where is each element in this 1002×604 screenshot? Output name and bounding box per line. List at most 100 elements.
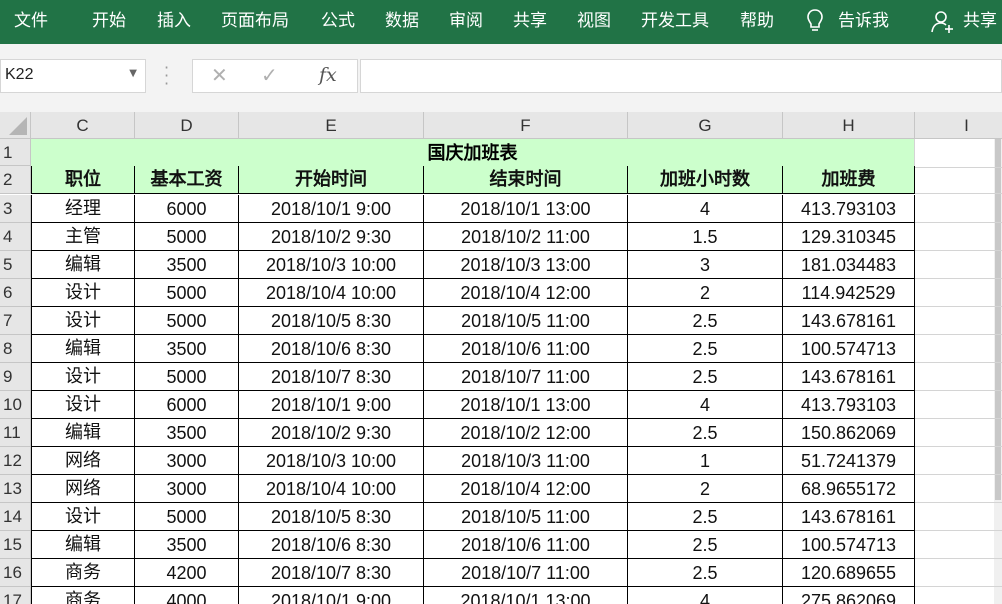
table-cell[interactable]: 2.5 xyxy=(628,363,783,391)
table-cell[interactable]: 275.862069 xyxy=(783,587,915,604)
table-cell[interactable]: 2018/10/2 12:00 xyxy=(424,419,628,447)
table-cell[interactable]: 5000 xyxy=(135,503,239,531)
table-cell[interactable]: 2018/10/1 13:00 xyxy=(424,587,628,604)
table-cell[interactable]: 2018/10/3 11:00 xyxy=(424,447,628,475)
table-cell[interactable]: 6000 xyxy=(135,195,239,223)
table-cell[interactable]: 5000 xyxy=(135,223,239,251)
row-header-16[interactable]: 16 xyxy=(0,559,31,587)
enter-check-icon[interactable]: ✓ xyxy=(261,63,278,87)
table-cell[interactable]: 编辑 xyxy=(31,531,135,559)
table-cell[interactable]: 2018/10/5 8:30 xyxy=(239,503,424,531)
table-cell[interactable]: 2018/10/1 13:00 xyxy=(424,195,628,223)
table-cell[interactable]: 2018/10/6 8:30 xyxy=(239,335,424,363)
cell-empty[interactable] xyxy=(915,475,1002,503)
row-header-17[interactable]: 17 xyxy=(0,587,31,604)
name-box-dropdown-icon[interactable]: ▼ xyxy=(129,68,137,79)
row-header-4[interactable]: 4 xyxy=(0,223,31,251)
table-cell[interactable]: 2018/10/1 13:00 xyxy=(424,391,628,419)
row-header-3[interactable]: 3 xyxy=(0,195,31,223)
table-cell[interactable]: 2018/10/4 10:00 xyxy=(239,475,424,503)
table-cell[interactable]: 2018/10/4 10:00 xyxy=(239,279,424,307)
row-header-1[interactable]: 1 xyxy=(0,139,31,166)
table-cell[interactable]: 网络 xyxy=(31,475,135,503)
table-cell[interactable]: 51.7241379 xyxy=(783,447,915,475)
table-cell[interactable]: 2018/10/3 13:00 xyxy=(424,251,628,279)
table-cell[interactable]: 设计 xyxy=(31,307,135,335)
tab-formulas[interactable]: 公式 xyxy=(321,0,355,44)
table-cell[interactable]: 网络 xyxy=(31,447,135,475)
table-cell[interactable]: 100.574713 xyxy=(783,335,915,363)
table-cell[interactable]: 3 xyxy=(628,251,783,279)
column-header-h[interactable]: H xyxy=(783,112,915,139)
column-header-d[interactable]: D xyxy=(135,112,239,139)
table-cell[interactable]: 设计 xyxy=(31,363,135,391)
table-cell[interactable]: 114.942529 xyxy=(783,279,915,307)
column-title-cell[interactable]: 加班小时数 xyxy=(628,166,783,194)
column-title-cell[interactable]: 加班费 xyxy=(783,166,915,194)
cell-empty[interactable] xyxy=(915,223,1002,251)
tab-file[interactable]: 文件 xyxy=(14,0,48,44)
cell-empty[interactable] xyxy=(915,419,1002,447)
table-cell[interactable]: 设计 xyxy=(31,503,135,531)
table-cell[interactable]: 68.9655172 xyxy=(783,475,915,503)
table-cell[interactable]: 2018/10/5 11:00 xyxy=(424,307,628,335)
table-cell[interactable]: 编辑 xyxy=(31,335,135,363)
table-cell[interactable]: 2018/10/4 12:00 xyxy=(424,279,628,307)
cell-i1[interactable] xyxy=(915,139,1002,168)
cell-empty[interactable] xyxy=(915,447,1002,475)
table-cell[interactable]: 2.5 xyxy=(628,335,783,363)
share-user-icon[interactable] xyxy=(931,10,955,34)
tab-view[interactable]: 视图 xyxy=(577,0,611,44)
table-cell[interactable]: 2018/10/7 11:00 xyxy=(424,559,628,587)
table-cell[interactable]: 143.678161 xyxy=(783,307,915,335)
table-cell[interactable]: 3000 xyxy=(135,475,239,503)
formula-bar-grip-icon[interactable]: · · · xyxy=(164,60,169,92)
formula-input[interactable] xyxy=(360,59,1002,93)
table-cell[interactable]: 2018/10/5 11:00 xyxy=(424,503,628,531)
cell-empty[interactable] xyxy=(915,363,1002,391)
table-cell[interactable]: 2018/10/6 8:30 xyxy=(239,531,424,559)
share-button[interactable]: 共享 xyxy=(963,0,997,44)
row-header-13[interactable]: 13 xyxy=(0,475,31,503)
table-cell[interactable]: 2018/10/7 8:30 xyxy=(239,363,424,391)
cell-empty[interactable] xyxy=(915,251,1002,279)
cell-empty[interactable] xyxy=(915,503,1002,531)
table-cell[interactable]: 143.678161 xyxy=(783,503,915,531)
column-header-i[interactable]: I xyxy=(915,112,1002,139)
spreadsheet-grid[interactable]: C D E F G H I 1 2 3 4 5 6 7 8 9 10 11 12 13 14 15 16 17 国庆加班表 职位基… xyxy=(0,112,1002,604)
table-cell[interactable]: 2018/10/7 11:00 xyxy=(424,363,628,391)
tab-share[interactable]: 共享 xyxy=(513,0,547,44)
row-header-7[interactable]: 7 xyxy=(0,307,31,335)
table-cell[interactable]: 2018/10/3 10:00 xyxy=(239,251,424,279)
table-cell[interactable]: 3500 xyxy=(135,335,239,363)
table-cell[interactable]: 143.678161 xyxy=(783,363,915,391)
table-cell[interactable]: 2018/10/7 8:30 xyxy=(239,559,424,587)
table-cell[interactable]: 2.5 xyxy=(628,503,783,531)
tab-home[interactable]: 开始 xyxy=(92,0,126,44)
cell-empty[interactable] xyxy=(915,531,1002,559)
table-cell[interactable]: 2018/10/5 8:30 xyxy=(239,307,424,335)
table-cell[interactable]: 3500 xyxy=(135,251,239,279)
tell-me-label[interactable]: 告诉我 xyxy=(838,0,889,44)
cell-empty[interactable] xyxy=(915,335,1002,363)
tab-help[interactable]: 帮助 xyxy=(740,0,774,44)
table-cell[interactable]: 129.310345 xyxy=(783,223,915,251)
table-cell[interactable]: 2018/10/2 9:30 xyxy=(239,419,424,447)
table-cell[interactable]: 经理 xyxy=(31,195,135,223)
table-cell[interactable]: 3500 xyxy=(135,419,239,447)
table-cell[interactable]: 413.793103 xyxy=(783,195,915,223)
insert-function-icon[interactable]: fx xyxy=(319,64,337,86)
cell-empty[interactable] xyxy=(915,307,1002,335)
table-cell[interactable]: 5000 xyxy=(135,307,239,335)
cell-empty[interactable] xyxy=(915,391,1002,419)
table-cell[interactable]: 1.5 xyxy=(628,223,783,251)
tab-review[interactable]: 审阅 xyxy=(449,0,483,44)
table-cell[interactable]: 4 xyxy=(628,391,783,419)
tab-developer[interactable]: 开发工具 xyxy=(641,0,709,44)
table-cell[interactable]: 2018/10/2 11:00 xyxy=(424,223,628,251)
lightbulb-icon[interactable] xyxy=(806,8,824,34)
row-header-15[interactable]: 15 xyxy=(0,531,31,559)
table-cell[interactable]: 编辑 xyxy=(31,419,135,447)
table-cell[interactable]: 2 xyxy=(628,279,783,307)
table-cell[interactable]: 设计 xyxy=(31,391,135,419)
